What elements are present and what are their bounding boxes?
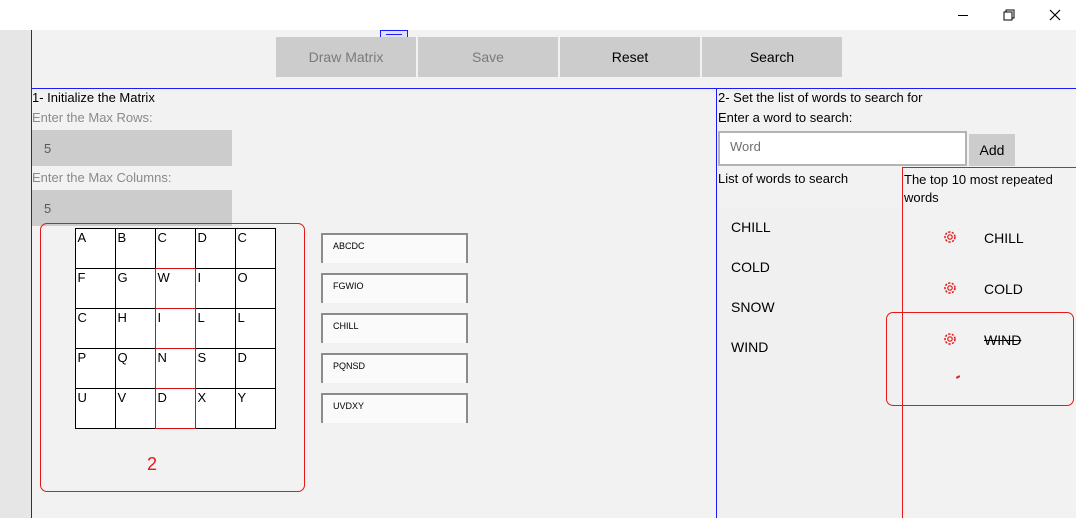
max-rows-input[interactable]: 5 — [32, 130, 232, 166]
search-button[interactable]: Search — [702, 37, 842, 77]
list-item[interactable]: COLD — [731, 259, 770, 275]
top-words-border — [902, 167, 1076, 168]
search-section-title: 2- Set the list of words to search for — [718, 90, 923, 105]
matrix-cell-highlighted: W — [154, 267, 196, 309]
reset-button[interactable]: Reset — [560, 37, 700, 77]
gear-icon — [944, 282, 956, 294]
list-item[interactable]: WIND — [731, 339, 768, 355]
word-input[interactable]: Word — [718, 131, 967, 166]
max-columns-label: Enter the Max Columns: — [32, 170, 172, 185]
left-margin-strip — [0, 30, 31, 518]
row-string: CHILL — [321, 313, 468, 343]
add-word-button[interactable]: Add — [969, 134, 1015, 166]
save-button[interactable]: Save — [418, 37, 558, 77]
minimize-button[interactable] — [940, 0, 986, 30]
matrix-cell-highlighted: I — [154, 307, 196, 349]
max-columns-input[interactable]: 5 — [32, 190, 232, 226]
init-section-title: 1- Initialize the Matrix — [32, 90, 155, 105]
row-string: ABCDC — [321, 233, 468, 263]
restore-icon — [1003, 9, 1015, 21]
row-string: PQNSD — [321, 353, 468, 383]
close-button[interactable] — [1032, 0, 1076, 30]
title-bar — [0, 0, 1076, 30]
top-words-header-cont: words — [904, 190, 939, 205]
close-icon — [1049, 9, 1061, 21]
row-string: UVDXY — [321, 393, 468, 423]
top-word-item[interactable]: COLD — [984, 281, 1023, 297]
word-entry-label: Enter a word to search: — [718, 110, 853, 125]
restore-button[interactable] — [986, 0, 1032, 30]
top-word-item[interactable]: CHILL — [984, 230, 1024, 246]
matrix-cell-highlighted: D — [154, 387, 196, 429]
top-word-annotation-box — [886, 312, 1074, 406]
max-rows-label: Enter the Max Rows: — [32, 110, 153, 125]
top-words-header: The top 10 most repeated — [904, 172, 1053, 187]
list-item[interactable]: CHILL — [731, 219, 771, 235]
matrix-cell-highlighted: N — [154, 347, 196, 389]
gear-icon — [944, 231, 956, 243]
word-list-header: List of words to search — [718, 171, 849, 186]
toolbar-separator — [31, 88, 1076, 89]
annotation-number: 2 — [147, 454, 158, 474]
list-item[interactable]: SNOW — [731, 299, 775, 315]
draw-matrix-button[interactable]: Draw Matrix — [276, 37, 416, 77]
word-list — [717, 208, 902, 518]
row-string: FGWIO — [321, 273, 468, 303]
minimize-icon — [958, 14, 968, 16]
